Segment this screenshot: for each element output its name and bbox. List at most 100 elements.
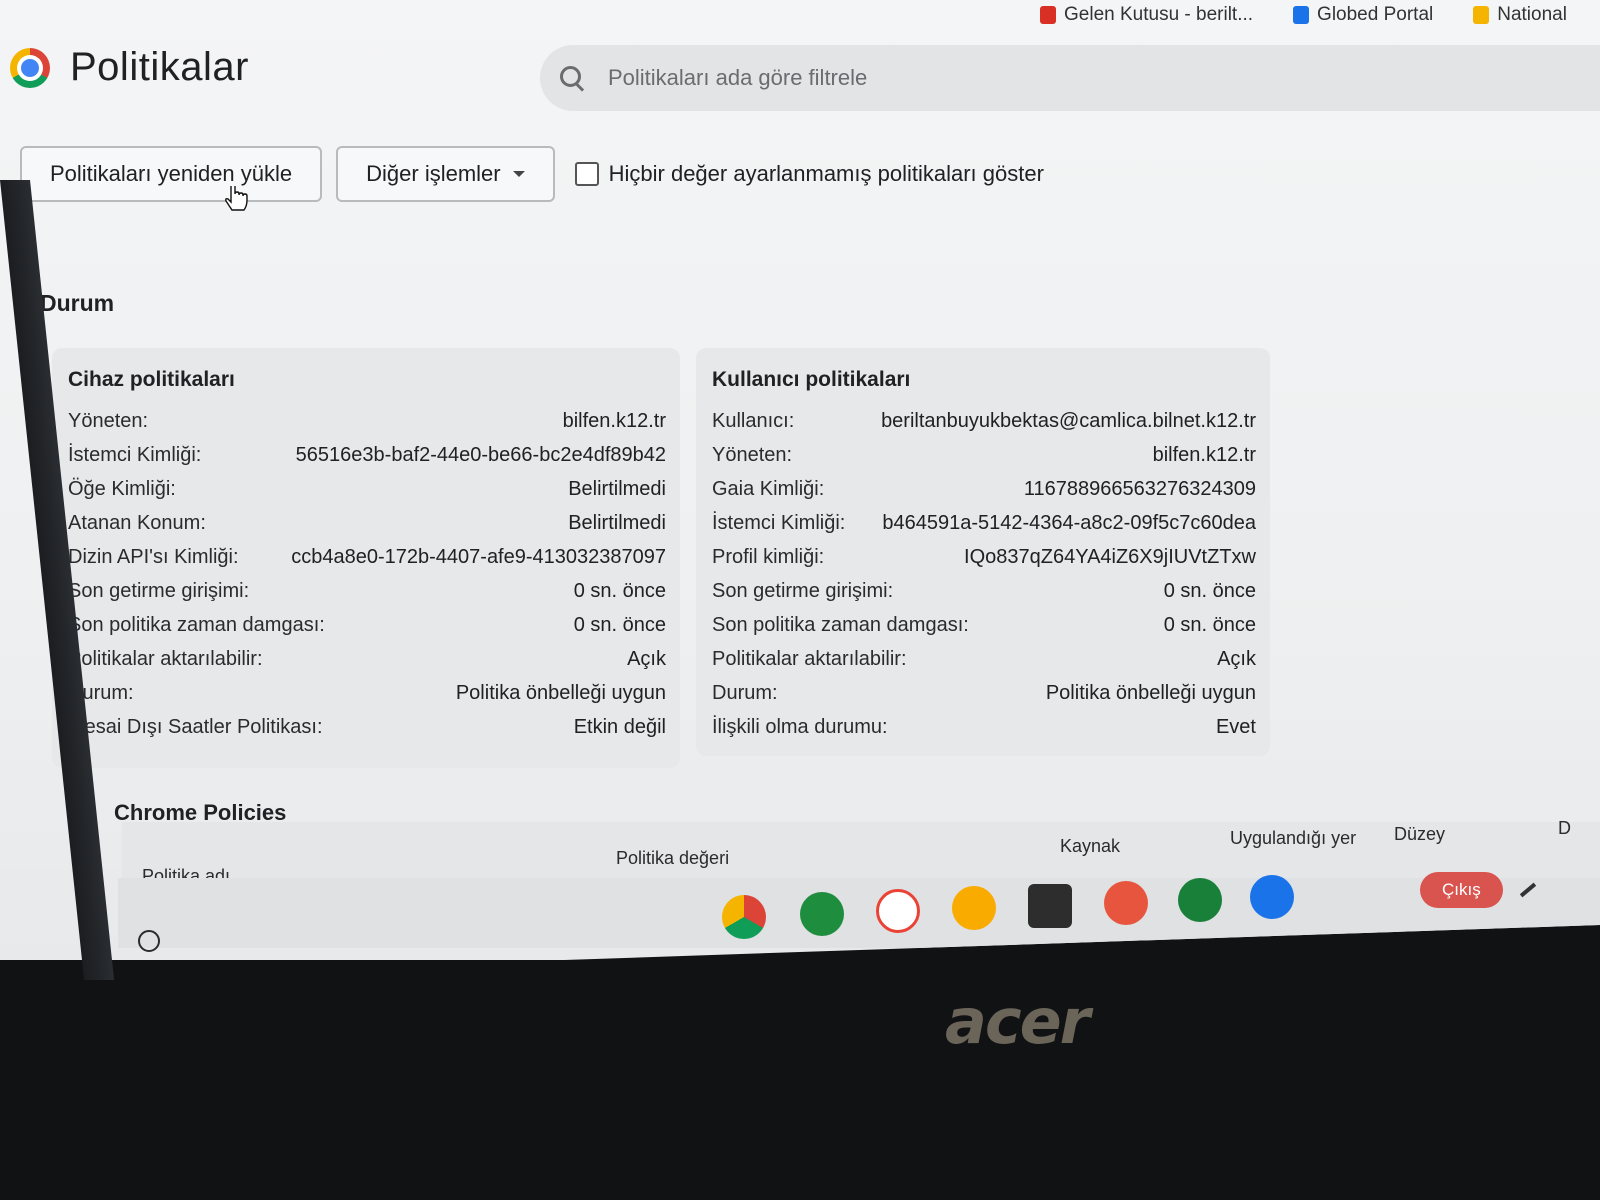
stylus-icon[interactable] xyxy=(1519,882,1536,898)
gmail-app-icon[interactable] xyxy=(876,889,920,933)
row-value: Açık xyxy=(627,648,666,670)
user-policies-card: Kullanıcı politikaları Kullanıcı: berilta… xyxy=(696,348,1270,756)
bookmark-gmail[interactable]: Gelen Kutusu - berilt... xyxy=(1040,4,1253,26)
gmail-icon xyxy=(1040,6,1056,24)
row-label: Profil kimliği: xyxy=(712,546,825,568)
row-value: Politika önbelleği uygun xyxy=(455,682,666,704)
row-label: Son getirme girişimi: xyxy=(712,580,894,602)
row-label: Son politika zaman damgası: xyxy=(712,614,969,636)
row-value: beriltanbuyukbektas@camlica.bilnet.k12.t… xyxy=(881,410,1256,432)
row-label: İlişkili olma durumu: xyxy=(712,716,888,738)
status-row: Durum: Politika önbelleği uygun xyxy=(712,682,1256,716)
status-row: İstemci Kimliği: 56516e3b-baf2-44e0-be66-… xyxy=(68,444,666,478)
status-tray[interactable]: Çıkış xyxy=(1420,870,1537,910)
device-policies-card: Cihaz politikaları Yöneten: bilfen.k12.tr… xyxy=(52,348,680,768)
status-row: Atanan Konum: Belirtilmedi xyxy=(68,512,666,546)
status-row: Son politika zaman damgası: 0 sn. önce xyxy=(68,614,666,648)
status-row: Son getirme girişimi: 0 sn. önce xyxy=(712,580,1256,614)
row-label: Mesai Dışı Saatler Politikası: xyxy=(68,716,323,738)
status-row: İstemci Kimliği: b464591a-5142-4364-a8c2-… xyxy=(712,512,1256,546)
bookmark-national[interactable]: National xyxy=(1473,4,1567,26)
bookmark-label: Gelen Kutusu - berilt... xyxy=(1064,4,1254,25)
search-input[interactable] xyxy=(606,64,1510,92)
music-app-icon[interactable] xyxy=(952,886,996,930)
row-label: Yöneten: xyxy=(712,444,793,466)
row-label: İstemci Kimliği: xyxy=(68,444,202,466)
row-label: Son getirme girişimi: xyxy=(68,580,250,602)
bookmark-icon xyxy=(1473,6,1490,24)
row-value: Politika önbelleği uygun xyxy=(1045,682,1256,704)
status-row: İlişkili olma durumu: Evet xyxy=(712,716,1256,750)
row-value: 0 sn. önce xyxy=(573,614,666,636)
status-row: Mesai Dışı Saatler Politikası: Etkin deği… xyxy=(68,716,666,750)
column-header-source[interactable]: Kaynak xyxy=(1060,836,1120,857)
system-shelf xyxy=(118,878,1600,948)
row-value: ccb4a8e0-172b-4407-afe9-413032387097 xyxy=(291,546,666,568)
column-header-applies-to[interactable]: Uygulandığı yer xyxy=(1230,828,1356,849)
row-label: Gaia Kimliği: xyxy=(712,478,825,500)
show-unset-checkbox[interactable] xyxy=(574,162,599,186)
page-header: Politikalar xyxy=(10,45,249,90)
logout-button[interactable]: Çıkış xyxy=(1420,872,1503,908)
row-label: Son politika zaman damgası: xyxy=(68,614,325,636)
row-value: 0 sn. önce xyxy=(573,580,666,602)
column-header-truncated[interactable]: D xyxy=(1558,818,1571,839)
row-value: Etkin değil xyxy=(573,716,666,738)
device-policies-rows: Yöneten: bilfen.k12.tr İstemci Kimliği: 56… xyxy=(68,410,666,750)
calculator-app-icon[interactable] xyxy=(800,892,844,936)
show-unset-toggle[interactable]: Hiçbir değer ayarlanmamış politikaları g… xyxy=(574,161,1044,187)
row-value: Evet xyxy=(1215,716,1256,738)
row-value: 56516e3b-baf2-44e0-be66-bc2e4df89b42 xyxy=(295,444,666,466)
status-row: Öğe Kimliği: Belirtilmedi xyxy=(68,478,666,512)
status-row: Yöneten: bilfen.k12.tr xyxy=(68,410,666,444)
row-value: IQo837qZ64YA4iZ6X9jIUVtZTxw xyxy=(964,546,1256,568)
launcher-icon[interactable] xyxy=(138,930,160,952)
globed-icon xyxy=(1293,6,1310,24)
chrome-app-icon[interactable] xyxy=(722,895,766,939)
more-actions-label: Diğer işlemler xyxy=(366,161,501,186)
terminal-app-icon[interactable] xyxy=(1028,884,1072,928)
row-value: Açık xyxy=(1217,648,1256,670)
search-bar[interactable] xyxy=(540,45,1600,111)
files-app-icon[interactable] xyxy=(1250,875,1294,919)
reload-policies-label: Politikaları yeniden yükle xyxy=(50,161,293,186)
status-row: Son politika zaman damgası: 0 sn. önce xyxy=(712,614,1256,648)
row-label: Durum: xyxy=(712,682,778,704)
row-label: İstemci Kimliği: xyxy=(712,512,846,534)
status-row: Dizin API'sı Kimliği: ccb4a8e0-172b-4407-… xyxy=(68,546,666,580)
status-row: Profil kimliği: IQo837qZ64YA4iZ6X9jIUVtZT… xyxy=(712,546,1256,580)
row-label: Atanan Konum: xyxy=(68,512,206,534)
row-label: Dizin API'sı Kimliği: xyxy=(68,546,239,568)
column-header-level[interactable]: Düzey xyxy=(1394,824,1445,845)
bookmark-label: Globed Portal xyxy=(1317,4,1434,25)
classroom-app-icon[interactable] xyxy=(1178,878,1222,922)
bookmark-globed-portal[interactable]: Globed Portal xyxy=(1293,4,1433,26)
row-label: Yöneten: xyxy=(68,410,149,432)
search-icon xyxy=(558,64,586,92)
status-row: Politikalar aktarılabilir: Açık xyxy=(68,648,666,682)
paint-app-icon[interactable] xyxy=(1104,881,1148,925)
chrome-logo-icon xyxy=(10,47,50,88)
bookmarks-bar: Gelen Kutusu - berilt... Globed Portal N… xyxy=(1040,0,1567,30)
page-title: Politikalar xyxy=(70,45,249,89)
hand-cursor-icon xyxy=(225,186,248,211)
row-value: 0 sn. önce xyxy=(1163,614,1256,636)
more-actions-button[interactable]: Diğer işlemler xyxy=(336,146,555,202)
row-value: 116788966563276324309 xyxy=(1023,478,1256,500)
row-value: bilfen.k12.tr xyxy=(562,410,666,432)
row-value: bilfen.k12.tr xyxy=(1152,444,1256,466)
user-policies-rows: Kullanıcı: beriltanbuyukbektas@camlica.bi… xyxy=(712,410,1256,750)
column-header-policy-value[interactable]: Politika değeri xyxy=(616,848,729,869)
row-label: Kullanıcı: xyxy=(712,410,795,432)
laptop-brand-logo: acer xyxy=(945,985,1090,1058)
status-row: Politikalar aktarılabilir: Açık xyxy=(712,648,1256,682)
status-row: Kullanıcı: beriltanbuyukbektas@camlica.bi… xyxy=(712,410,1256,444)
status-section-title: Durum xyxy=(40,290,115,316)
user-policies-title: Kullanıcı politikaları xyxy=(712,368,911,391)
bookmark-label: National xyxy=(1497,4,1567,25)
row-value: Belirtilmedi xyxy=(568,512,666,534)
row-label: Öğe Kimliği: xyxy=(68,478,176,500)
row-value: Belirtilmedi xyxy=(568,478,666,500)
reload-policies-button[interactable]: Politikaları yeniden yükle xyxy=(20,146,323,202)
device-policies-title: Cihaz politikaları xyxy=(68,368,235,391)
